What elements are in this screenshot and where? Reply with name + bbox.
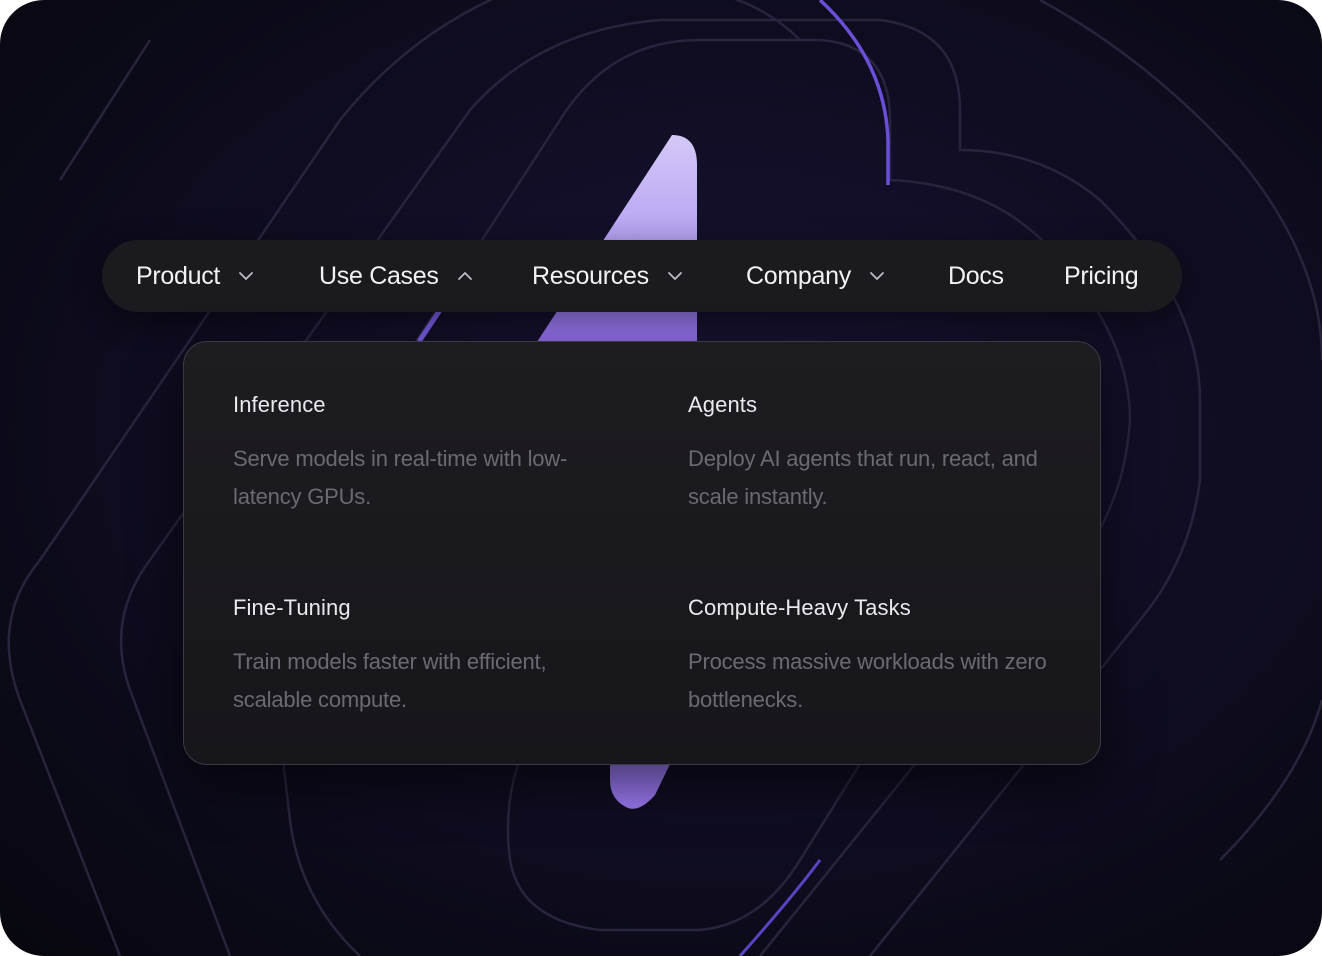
- use-case-compute-heavy-tasks[interactable]: Compute-Heavy Tasks Process massive work…: [688, 595, 1088, 719]
- nav-item-product[interactable]: Product: [136, 240, 256, 312]
- use-case-title: Inference: [233, 392, 326, 417]
- chevron-down-icon: [867, 266, 887, 286]
- use-case-inference[interactable]: Inference Serve models in real-time with…: [233, 392, 633, 516]
- nav-item-label: Product: [136, 261, 221, 290]
- nav-item-label: Docs: [948, 261, 1004, 290]
- main-navbar: Product Use Cases Resources Company Docs: [102, 240, 1182, 312]
- use-case-description: Deploy AI agents that run, react, and sc…: [688, 446, 1038, 509]
- nav-item-label: Use Cases: [319, 261, 439, 290]
- nav-item-resources[interactable]: Resources: [532, 240, 685, 312]
- use-case-title: Compute-Heavy Tasks: [688, 595, 911, 620]
- use-case-description: Process massive workloads with zero bott…: [688, 649, 1047, 712]
- use-case-agents[interactable]: Agents Deploy AI agents that run, react,…: [688, 392, 1088, 516]
- use-case-fine-tuning[interactable]: Fine-Tuning Train models faster with eff…: [233, 595, 633, 719]
- nav-item-label: Pricing: [1064, 261, 1139, 290]
- app-window: Product Use Cases Resources Company Docs: [0, 0, 1322, 956]
- nav-item-pricing[interactable]: Pricing: [1064, 240, 1139, 312]
- use-case-description: Train models faster with efficient, scal…: [233, 649, 547, 712]
- nav-item-docs[interactable]: Docs: [948, 240, 1004, 312]
- nav-item-label: Company: [746, 261, 851, 290]
- use-cases-dropdown: Inference Serve models in real-time with…: [183, 341, 1101, 765]
- chevron-down-icon: [665, 266, 685, 286]
- nav-item-company[interactable]: Company: [746, 240, 887, 312]
- use-case-title: Agents: [688, 392, 758, 417]
- chevron-down-icon: [236, 266, 256, 286]
- use-case-description: Serve models in real-time with low-laten…: [233, 446, 568, 509]
- nav-item-label: Resources: [532, 261, 649, 290]
- chevron-up-icon: [455, 266, 475, 286]
- nav-item-use-cases[interactable]: Use Cases: [319, 240, 475, 312]
- use-case-title: Fine-Tuning: [233, 595, 351, 620]
